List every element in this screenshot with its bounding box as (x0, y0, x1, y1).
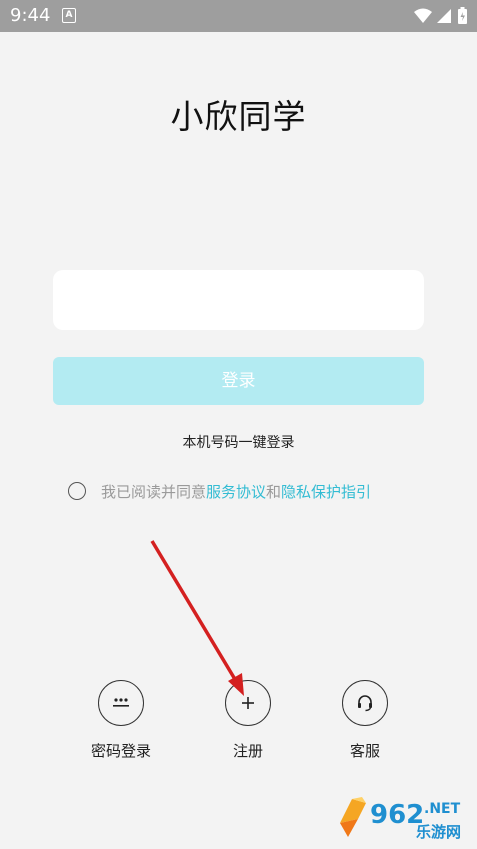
watermark-tld: .NET (424, 801, 461, 817)
watermark-name: 乐游网 (416, 823, 461, 841)
privacy-guide-link[interactable]: 隐私保护指引 (281, 481, 371, 502)
register-circle[interactable] (225, 680, 271, 726)
agreement-prefix: 我已阅读并同意 (101, 482, 207, 501)
signal-icon (437, 9, 451, 23)
battery-icon (458, 7, 467, 24)
password-login-button[interactable]: 密码登录 (66, 680, 176, 761)
customer-service-button[interactable]: 客服 (310, 680, 420, 761)
notification-icon: A (62, 8, 76, 23)
password-dots-icon (113, 698, 129, 707)
phone-number-input[interactable] (53, 270, 424, 330)
customer-service-circle[interactable] (342, 680, 388, 726)
status-icons (413, 6, 469, 30)
status-time: 9:44 (10, 5, 51, 26)
service-agreement-link[interactable]: 服务协议 (206, 481, 266, 502)
password-login-label: 密码登录 (90, 742, 151, 760)
site-watermark: 962 .NET 乐游网 (340, 797, 461, 841)
agreement-row: 我已阅读并同意 服务协议 和 隐私保护指引 (68, 480, 371, 502)
login-button[interactable]: 登录 (53, 357, 424, 405)
plus-icon (242, 697, 254, 709)
wifi-icon (414, 8, 432, 23)
register-label: 注册 (232, 742, 263, 760)
agreement-connector: 和 (266, 482, 282, 501)
one-key-login-link[interactable]: 本机号码一键登录 (0, 432, 477, 452)
status-bar: 9:44 A (0, 0, 477, 32)
register-button[interactable]: 注册 (193, 680, 303, 761)
password-login-circle[interactable] (98, 680, 144, 726)
agreement-checkbox[interactable] (68, 482, 86, 500)
customer-service-label: 客服 (349, 742, 380, 760)
headset-icon (358, 695, 372, 712)
app-title: 小欣同学 (170, 97, 307, 136)
watermark-logo (340, 797, 366, 837)
